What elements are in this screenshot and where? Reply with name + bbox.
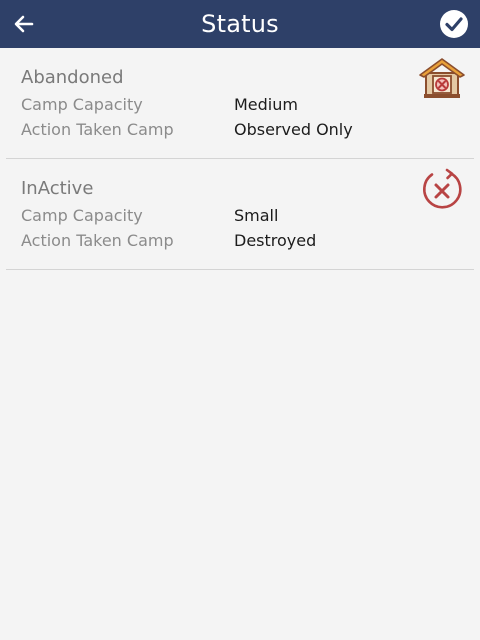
info-row: Action Taken Camp Observed Only <box>21 117 459 142</box>
status-item-abandoned[interactable]: Abandoned Camp Capacity Medium Action Ta… <box>6 48 474 159</box>
status-title: InActive <box>21 178 94 199</box>
abandoned-house-icon <box>419 58 465 98</box>
info-row: Action Taken Camp Destroyed <box>21 228 459 253</box>
row-value: Medium <box>234 95 298 114</box>
row-value: Observed Only <box>234 120 353 139</box>
row-value: Small <box>234 206 279 225</box>
confirm-button[interactable] <box>438 8 470 40</box>
info-row: Camp Capacity Small <box>21 203 459 228</box>
row-label: Camp Capacity <box>21 95 143 114</box>
app-bar: Status <box>0 0 480 48</box>
row-value: Destroyed <box>234 231 317 250</box>
status-item-inactive[interactable]: InActive Camp Capacity Small Action Take… <box>6 159 474 270</box>
check-circle-icon <box>440 10 468 38</box>
row-label: Camp Capacity <box>21 206 143 225</box>
page-title: Status <box>201 10 279 38</box>
back-button[interactable] <box>10 10 38 38</box>
back-arrow-icon <box>14 15 34 33</box>
info-row: Camp Capacity Medium <box>21 92 459 117</box>
row-label: Action Taken Camp <box>21 120 174 139</box>
status-title: Abandoned <box>21 67 124 88</box>
row-label: Action Taken Camp <box>21 231 174 250</box>
inactive-cross-circle-icon <box>423 168 462 209</box>
